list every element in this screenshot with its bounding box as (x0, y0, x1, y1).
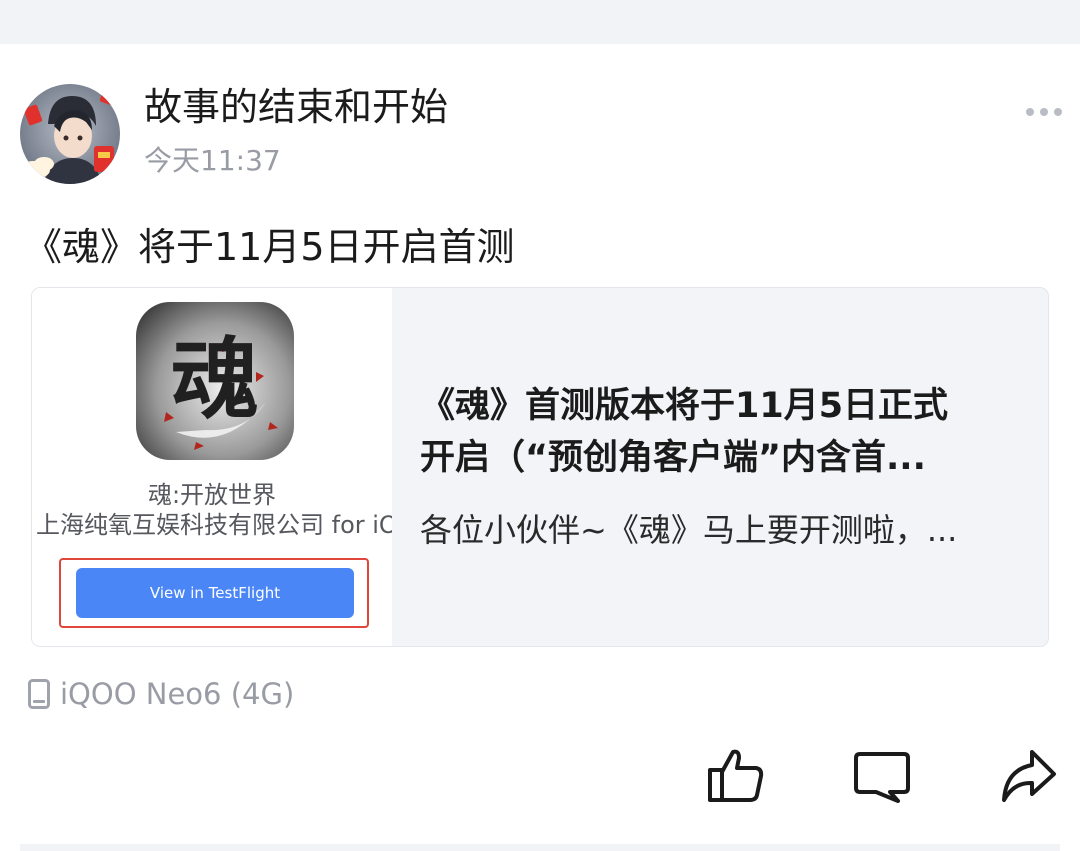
card-description: 各位小伙伴~《魂》马上要开测啦，... (420, 511, 958, 549)
app-developer: 上海纯氧互娱科技有限公司 for iOS (36, 511, 392, 539)
device-label: iQOO Neo6 (4G) (60, 677, 295, 711)
bottom-separator (20, 844, 1060, 851)
thumbs-up-icon[interactable] (706, 746, 766, 806)
card-title-line2: 开启（“预创角客户端”内含首... (420, 438, 926, 478)
comment-icon[interactable] (852, 746, 912, 806)
post-timestamp: 今天11:37 (144, 144, 281, 177)
card-thumbnail: 魂 魂:开放世界 上海纯氧互娱科技有限公司 for iOS View in Te… (32, 288, 392, 646)
top-separator (0, 0, 1080, 44)
dot (1026, 108, 1034, 116)
card-title: 《魂》首测版本将于11月5日正式 开启（“预创角客户端”内含首... (420, 380, 1020, 484)
share-icon[interactable] (998, 746, 1058, 806)
dot (1040, 108, 1048, 116)
avatar-icon (20, 84, 120, 184)
link-card[interactable]: 魂 魂:开放世界 上海纯氧互娱科技有限公司 for iOS View in Te… (32, 288, 1048, 646)
phone-icon (28, 679, 50, 709)
more-dots-icon[interactable] (1026, 103, 1062, 121)
user-avatar[interactable] (20, 84, 120, 184)
device-source: iQOO Neo6 (4G) (28, 676, 294, 712)
svg-text:魂: 魂 (171, 327, 259, 431)
username[interactable]: 故事的结束和开始 (144, 84, 448, 130)
view-in-testflight-button[interactable]: View in TestFlight (76, 568, 354, 618)
dot (1054, 108, 1062, 116)
app-name: 魂:开放世界 (147, 481, 277, 509)
card-title-line1: 《魂》首测版本将于11月5日正式 (420, 386, 949, 426)
post-text: 《魂》将于11月5日开启首测 (24, 225, 515, 269)
app-icon: 魂 (136, 302, 294, 460)
